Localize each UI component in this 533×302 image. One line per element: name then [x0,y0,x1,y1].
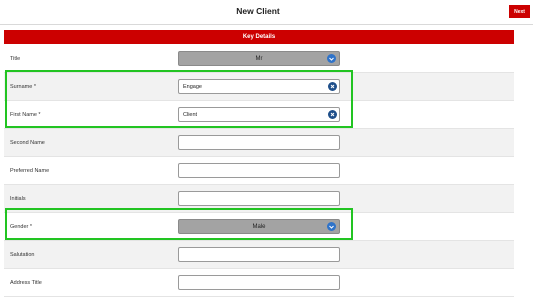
gender-select-value: Male [252,223,266,230]
page-header: New Client Next [0,0,533,25]
title-label: Title [10,55,21,62]
form-row-initials: Initials [4,185,514,213]
page-title: New Client [236,6,280,16]
form-row-surname: Surname * [4,73,514,101]
form-rows: Title Mr Surname * First Name * Second N… [4,45,514,297]
form-row-second-name: Second Name [4,129,514,157]
chevron-down-icon [327,222,336,231]
title-select[interactable]: Mr [178,51,340,66]
chevron-down-icon [327,54,336,63]
first-name-label: First Name * [10,111,41,118]
form-row-title: Title Mr [4,45,514,73]
clear-icon[interactable] [328,110,337,119]
second-name-input[interactable] [178,135,340,150]
section-header-key-details: Key Details [4,30,514,44]
salutation-label: Salutation [10,251,35,258]
form-row-first-name: First Name * [4,101,514,129]
form-row-preferred-name: Preferred Name [4,157,514,185]
initials-label: Initials [10,195,26,202]
surname-label: Surname * [10,83,36,90]
surname-input[interactable] [178,79,340,94]
form-row-gender: Gender * Male [4,213,514,241]
address-title-input[interactable] [178,275,340,290]
salutation-input[interactable] [178,247,340,262]
gender-select[interactable]: Male [178,219,340,234]
initials-input[interactable] [178,191,340,206]
next-button[interactable]: Next [509,5,530,18]
title-select-value: Mr [255,55,263,62]
first-name-input[interactable] [178,107,340,122]
form-row-address-title: Address Title [4,269,514,297]
form-row-salutation: Salutation [4,241,514,269]
preferred-name-input[interactable] [178,163,340,178]
gender-label: Gender * [10,223,33,230]
clear-icon[interactable] [328,82,337,91]
preferred-name-label: Preferred Name [10,167,50,174]
address-title-label: Address Title [10,279,42,286]
second-name-label: Second Name [10,139,45,146]
